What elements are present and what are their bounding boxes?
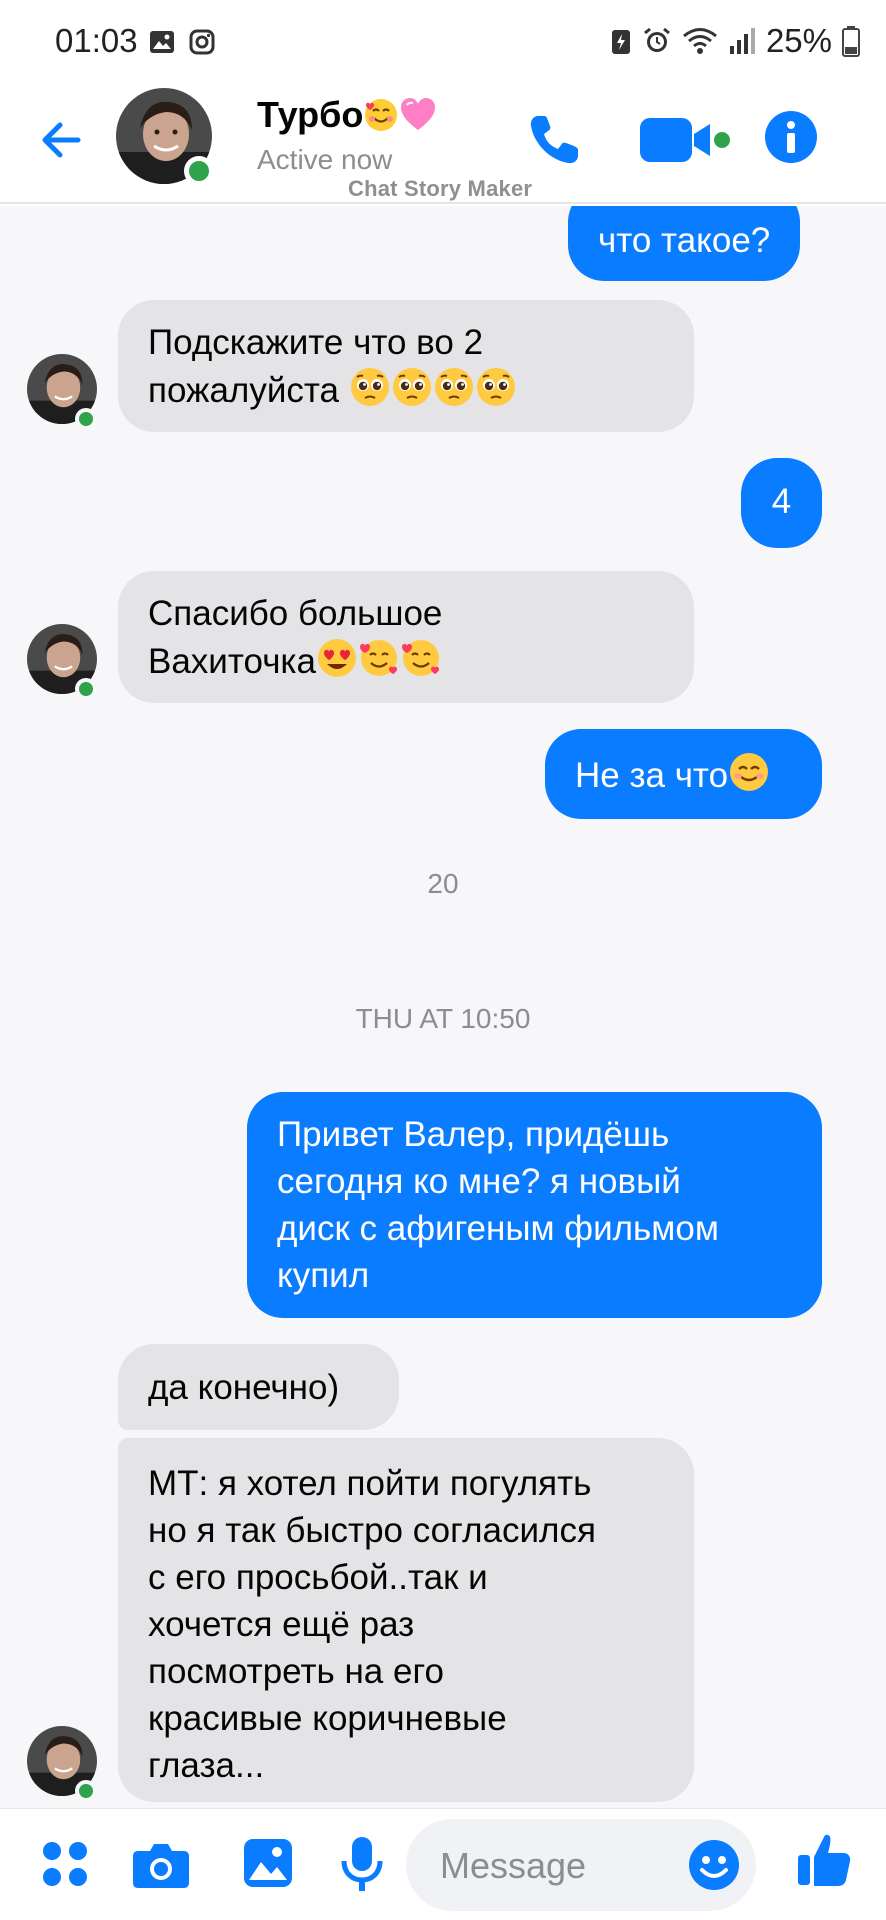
pleading-face-emoji-icon	[350, 368, 389, 406]
incoming-message[interactable]: Спасибо большое Вахиточка	[118, 571, 694, 703]
info-icon[interactable]	[764, 110, 818, 164]
smiling-face-with-smiling-eyes-emoji-icon	[730, 753, 769, 791]
online-indicator	[75, 408, 97, 430]
smiling-face-with-hearts-emoji-icon	[359, 640, 397, 676]
timestamp-divider: THU AT 10:50	[355, 1003, 531, 1034]
back-arrow-icon[interactable]	[34, 112, 90, 168]
online-indicator	[75, 678, 97, 700]
signal-icon	[729, 28, 755, 54]
smiling-face-with-hearts-emoji-icon	[401, 640, 439, 676]
pleading-face-emoji-icon	[392, 368, 431, 406]
message-composer: Message	[0, 1808, 886, 1920]
outgoing-message[interactable]: что такое?	[568, 206, 801, 281]
gallery-icon[interactable]	[242, 1837, 294, 1889]
thumbs-up-icon[interactable]	[796, 1831, 852, 1889]
heart-eyes-emoji-icon	[317, 639, 356, 677]
timestamp-divider: 20	[427, 868, 459, 899]
battery-icon	[842, 26, 860, 57]
online-indicator	[75, 1780, 97, 1802]
apps-grid-icon[interactable]	[40, 1839, 90, 1889]
alarm-icon	[644, 27, 670, 52]
outgoing-message[interactable]: 4	[741, 458, 822, 548]
message-input[interactable]: Message	[406, 1819, 756, 1911]
wifi-icon	[682, 28, 717, 54]
message-thread[interactable]: что такое? Подскажите что во 2 пожалуйст…	[0, 206, 886, 1808]
chat-header: Турбо Active now Chat Story Maker	[0, 84, 886, 204]
active-status: Active now	[257, 144, 393, 175]
pleading-face-emoji-icon	[434, 368, 473, 406]
incoming-message[interactable]: МТ: я хотел пойти погулять но я так быст…	[118, 1438, 694, 1802]
incoming-message[interactable]: да конечно)	[118, 1344, 399, 1430]
status-time: 01:03	[55, 22, 138, 59]
phone-call-icon[interactable]	[524, 110, 584, 170]
emoji-picker-icon[interactable]	[688, 1839, 740, 1891]
watermark: Chat Story Maker	[348, 176, 533, 201]
video-call-icon[interactable]	[638, 114, 732, 166]
pleading-face-emoji-icon	[476, 368, 515, 406]
contact-name[interactable]: Турбо	[257, 94, 437, 136]
microphone-icon[interactable]	[340, 1835, 384, 1893]
incoming-message[interactable]: Подскажите что во 2 пожалуйста	[118, 300, 694, 432]
outgoing-message[interactable]: Не за что	[545, 729, 822, 819]
battery-saver-icon	[611, 30, 630, 54]
outgoing-message[interactable]: Привет Валер, придёшь сегодня ко мне? я …	[247, 1092, 822, 1318]
battery-percent: 25%	[765, 22, 832, 59]
smiling-face-with-hearts-emoji-icon	[365, 99, 398, 131]
status-bar: 01:03 25%	[0, 0, 886, 84]
instagram-notification-icon	[189, 29, 215, 55]
online-indicator	[184, 156, 214, 186]
camera-icon[interactable]	[132, 1839, 190, 1889]
message-placeholder: Message	[440, 1845, 587, 1886]
pink-heart-emoji-icon	[401, 98, 436, 130]
gallery-notification-icon	[150, 31, 174, 53]
